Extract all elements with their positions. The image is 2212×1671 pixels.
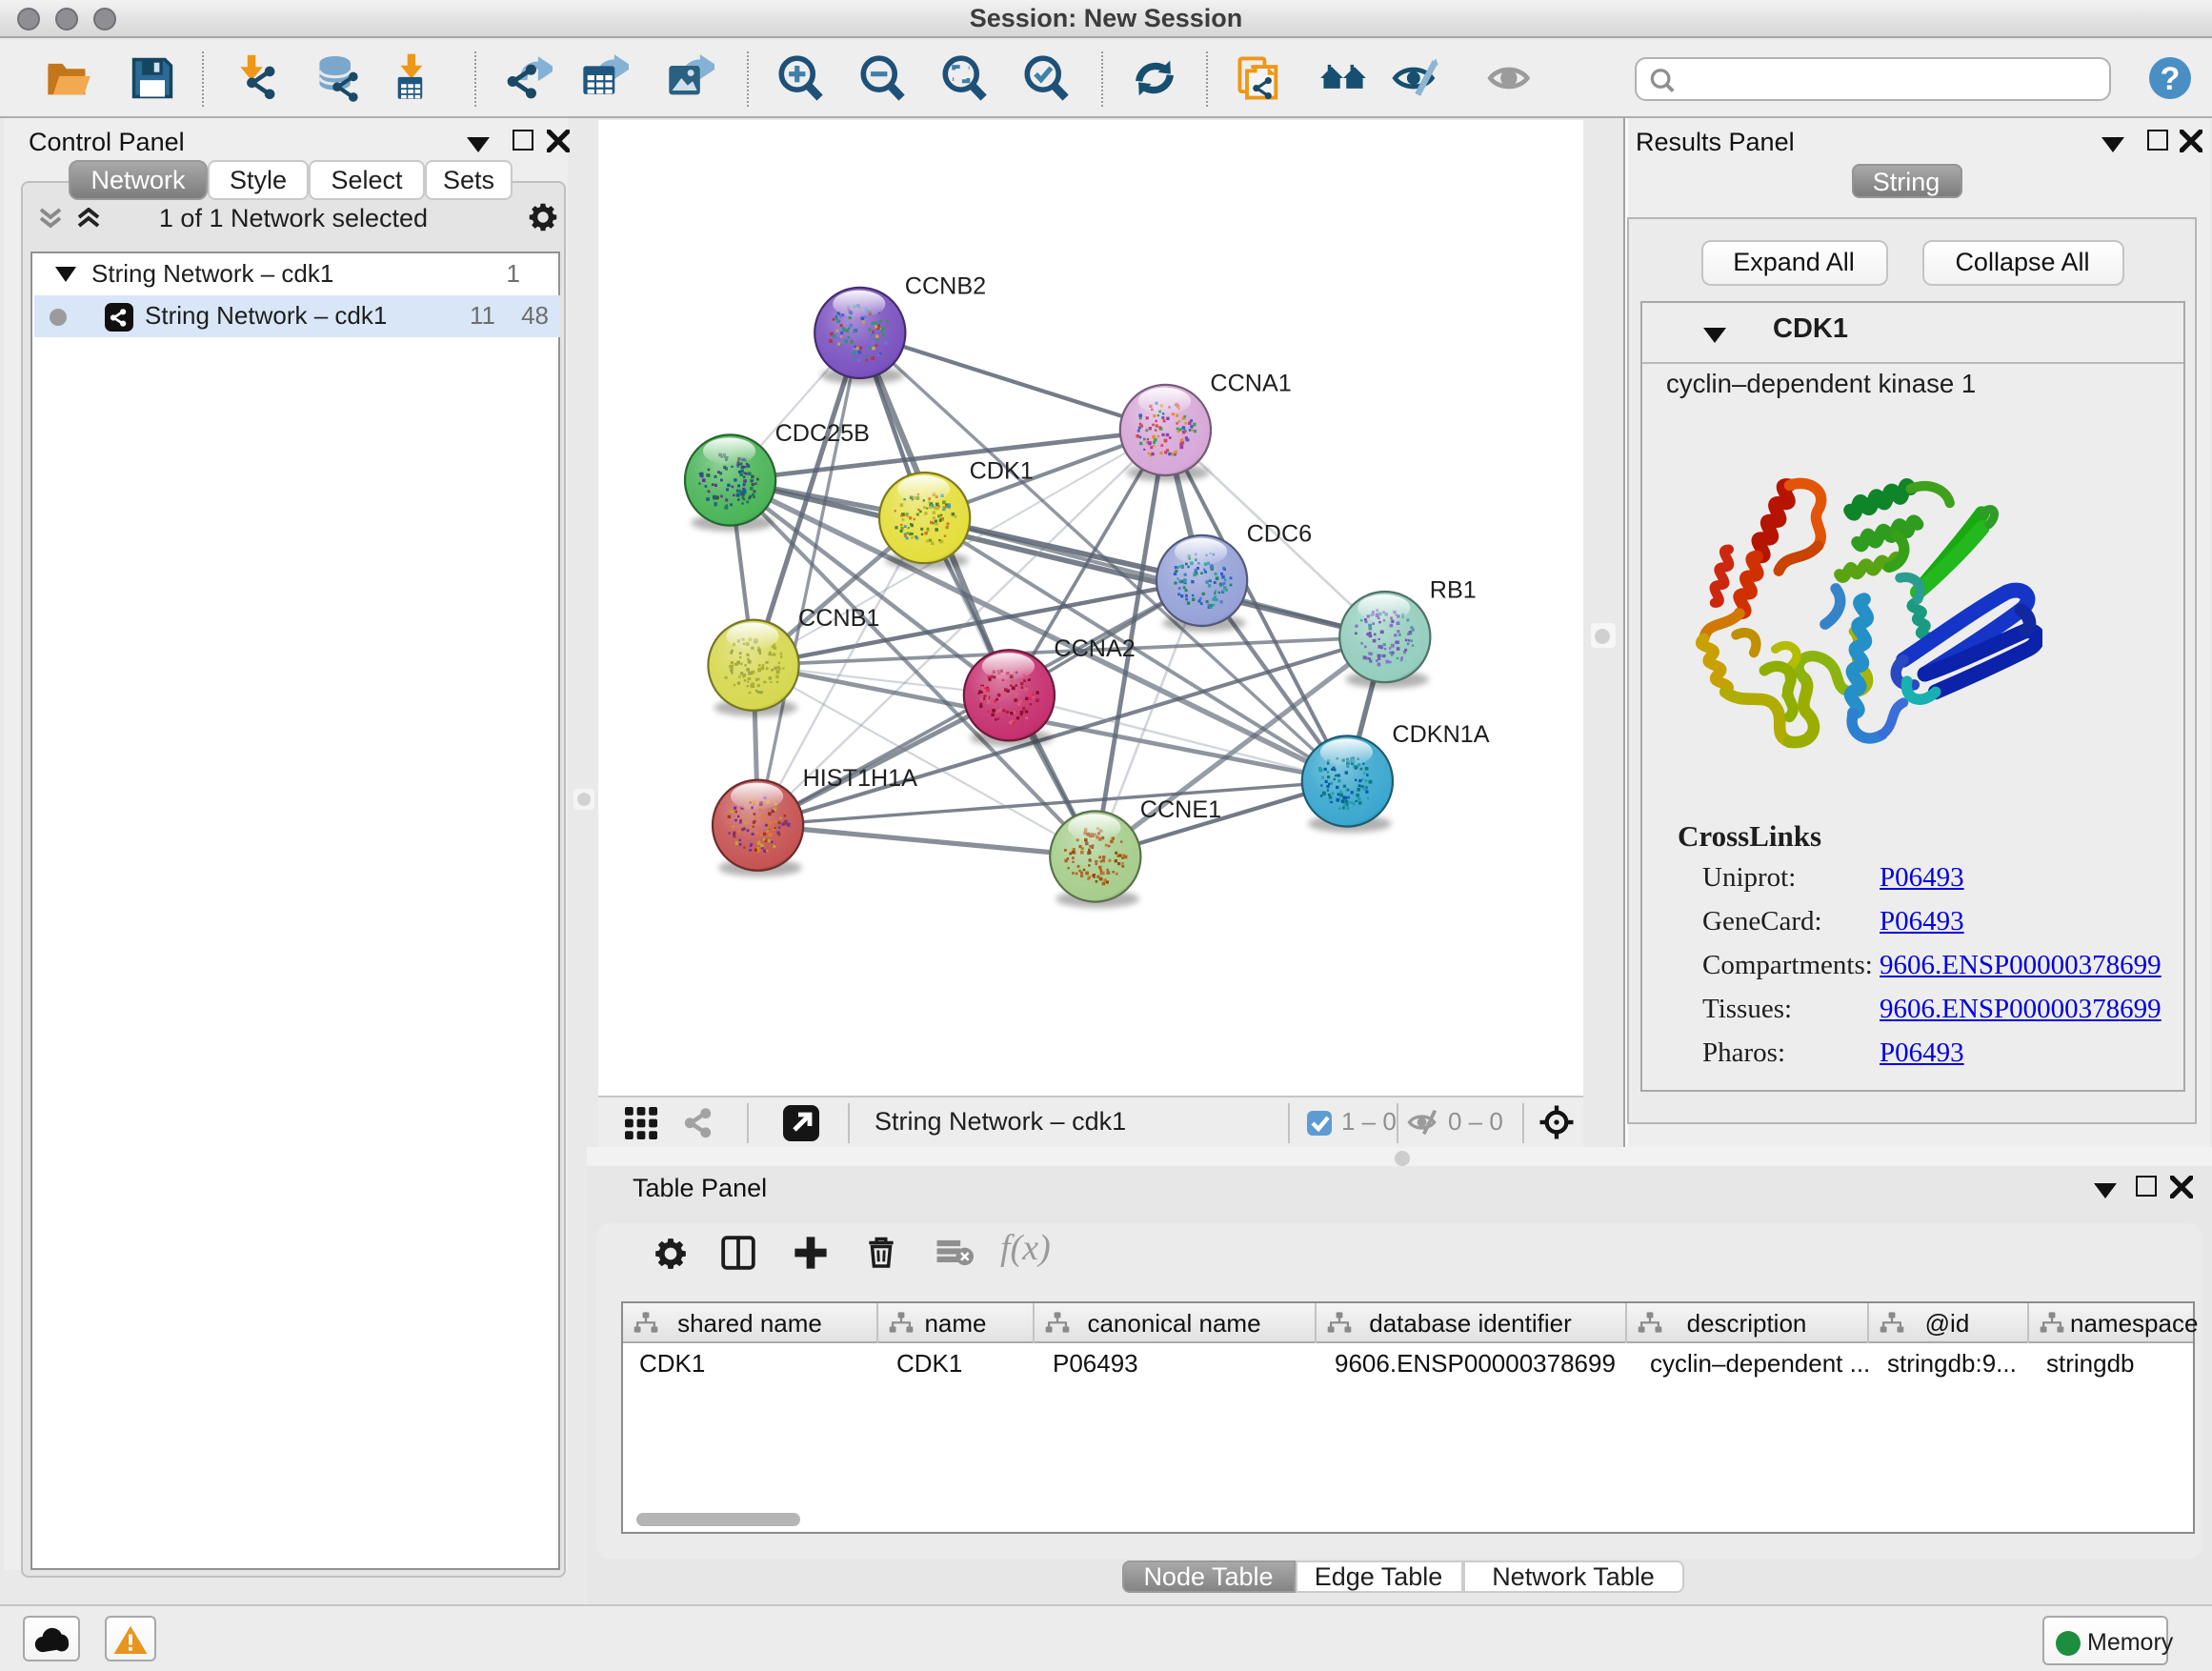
svg-text:HIST1H1A: HIST1H1A <box>803 764 918 791</box>
svg-text:CDK1: CDK1 <box>970 457 1034 484</box>
svg-text:?: ? <box>2161 61 2181 97</box>
svg-text:CCNA1: CCNA1 <box>1210 369 1291 395</box>
svg-text:CCNA2: CCNA2 <box>1054 634 1135 661</box>
svg-text:CCNE1: CCNE1 <box>1140 795 1221 822</box>
svg-text:CDC25B: CDC25B <box>775 419 870 446</box>
svg-text:CCNB1: CCNB1 <box>798 604 879 631</box>
svg-text:CDKN1A: CDKN1A <box>1392 720 1489 747</box>
svg-text:RB1: RB1 <box>1430 576 1477 603</box>
svg-text:CCNB2: CCNB2 <box>905 272 986 298</box>
svg-text:CDC6: CDC6 <box>1247 519 1313 546</box>
